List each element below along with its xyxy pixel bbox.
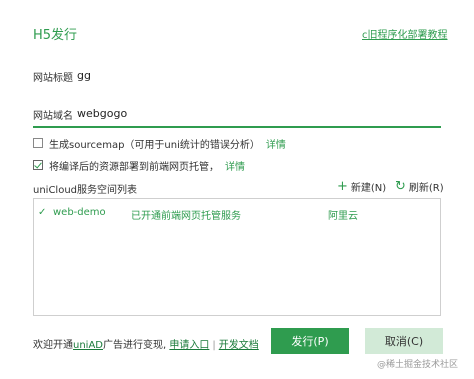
footer-prefix: 欢迎开通	[33, 340, 73, 351]
site-domain-row: 网站域名	[33, 103, 441, 128]
dialog-title: H5发行	[33, 28, 78, 43]
ad-footer: 欢迎开通uniAD广告进行变现, 申请入口 | 开发文档	[33, 336, 259, 351]
refresh-icon: ↻	[395, 179, 406, 194]
deploy-option: 将编译后的资源部署到前端网页托管， 详情	[33, 158, 245, 173]
sourcemap-option: 生成sourcemap（可用于uni统计的错误分析） 详情	[33, 136, 286, 151]
plus-icon: +	[337, 179, 348, 194]
deploy-checkbox[interactable]	[33, 160, 43, 170]
apply-link[interactable]: 申请入口	[169, 340, 209, 351]
space-provider: 阿里云	[328, 211, 358, 222]
list-item[interactable]: ✓ web-demo 已开通前端网页托管服务 阿里云	[35, 205, 439, 222]
site-domain-label: 网站域名	[33, 111, 73, 122]
h5-publish-dialog: H5发行 c旧程序化部署教程 网站标题 网站域名 生成sourcemap（可用于…	[0, 0, 474, 379]
sourcemap-label: 生成sourcemap（可用于uni统计的错误分析）	[49, 139, 260, 151]
sourcemap-checkbox[interactable]	[33, 138, 43, 148]
space-name: web-demo	[53, 207, 106, 218]
space-status: 已开通前端网页托管服务	[131, 211, 241, 222]
site-domain-input[interactable]	[77, 104, 437, 122]
site-title-label: 网站标题	[33, 73, 73, 84]
deploy-details-link[interactable]: 详情	[225, 158, 245, 173]
publish-button[interactable]: 发行(P)	[271, 328, 349, 354]
docs-link[interactable]: 开发文档	[219, 340, 259, 351]
refresh-label: 刷新(R)	[408, 183, 444, 194]
deploy-label: 将编译后的资源部署到前端网页托管，	[49, 161, 219, 173]
site-title-row: 网站标题	[33, 65, 441, 87]
space-list: ✓ web-demo 已开通前端网页托管服务 阿里云	[33, 198, 441, 316]
site-title-input[interactable]	[77, 66, 437, 84]
cancel-button[interactable]: 取消(C)	[365, 328, 443, 354]
refresh-button[interactable]: ↻ 刷新(R)	[395, 179, 444, 194]
uniad-link[interactable]: uniAD	[73, 340, 103, 351]
new-space-button[interactable]: + 新建(N)	[337, 179, 386, 194]
watermark: @稀土掘金技术社区	[377, 360, 459, 370]
footer-middle: 广告进行变现,	[103, 340, 167, 351]
unicloud-section-label: uniCloud服务空间列表	[33, 185, 138, 196]
footer-separator: |	[212, 340, 216, 351]
sourcemap-details-link[interactable]: 详情	[266, 136, 286, 151]
check-icon: ✓	[38, 207, 47, 218]
tutorial-link[interactable]: c旧程序化部署教程	[362, 26, 448, 41]
new-space-label: 新建(N)	[350, 183, 387, 194]
